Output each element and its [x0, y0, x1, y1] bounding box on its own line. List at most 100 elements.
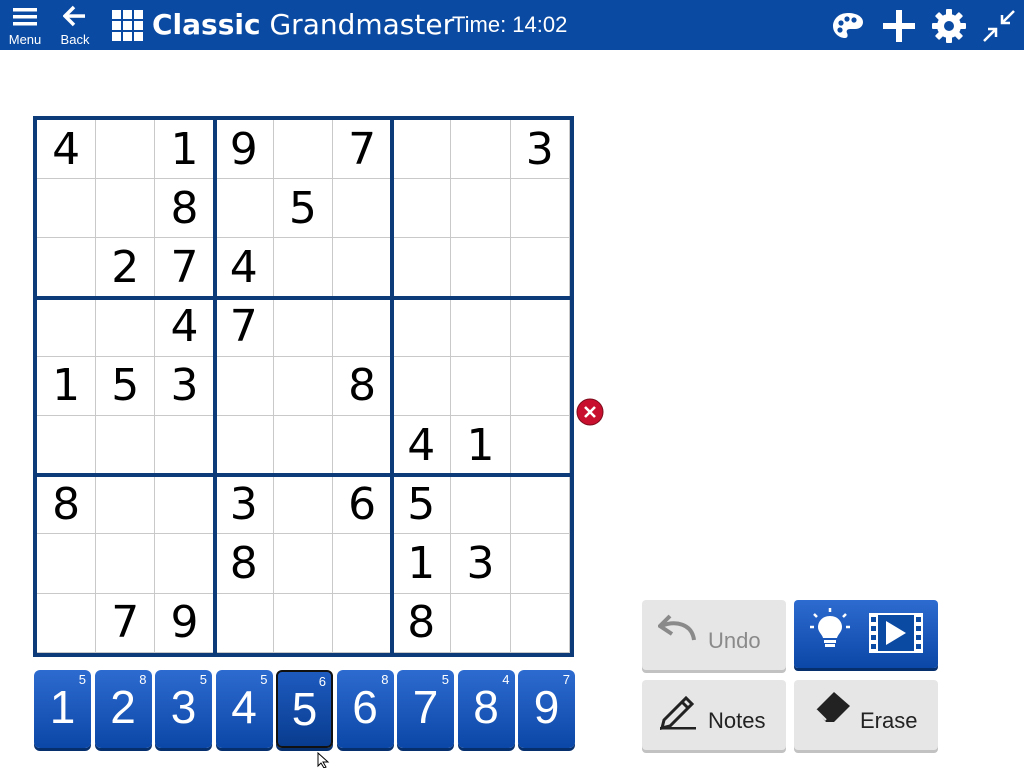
board-cell[interactable]	[273, 416, 333, 476]
board-cell[interactable]	[273, 238, 333, 298]
board-cell[interactable]: 8	[37, 475, 97, 535]
board-cell[interactable]	[214, 356, 274, 416]
board-cell[interactable]: 5	[392, 475, 452, 535]
board-cell[interactable]	[37, 179, 97, 239]
number-key[interactable]: 28	[94, 670, 152, 748]
board-cell[interactable]: 1	[451, 416, 511, 476]
board-cell[interactable]: 2	[96, 238, 156, 298]
board-cell[interactable]	[510, 356, 570, 416]
collapse-icon[interactable]	[981, 8, 1017, 44]
board-cell[interactable]: 1	[392, 534, 452, 594]
menu-button[interactable]: Menu	[1, 2, 49, 48]
board-cell[interactable]: 8	[333, 356, 393, 416]
board-cell[interactable]	[96, 179, 156, 239]
undo-button[interactable]: Undo	[642, 600, 786, 670]
board-cell[interactable]	[273, 356, 333, 416]
board-cell[interactable]	[96, 534, 156, 594]
board-cell[interactable]	[392, 297, 452, 357]
board-cell[interactable]	[37, 238, 97, 298]
board-cell[interactable]	[333, 534, 393, 594]
board-cell[interactable]	[510, 534, 570, 594]
board-cell[interactable]	[451, 593, 511, 653]
board-cell[interactable]	[96, 475, 156, 535]
board-cell[interactable]	[333, 593, 393, 653]
close-circle-icon[interactable]	[576, 398, 604, 426]
board-cell[interactable]	[333, 297, 393, 357]
board-cell[interactable]: 5	[273, 179, 333, 239]
board-cell[interactable]: 1	[37, 356, 97, 416]
board-cell[interactable]	[155, 416, 215, 476]
board-cell[interactable]: 7	[155, 238, 215, 298]
board-cell[interactable]	[392, 238, 452, 298]
number-key[interactable]: 56	[276, 670, 333, 748]
board-cell[interactable]: 5	[96, 356, 156, 416]
back-button[interactable]: Back	[51, 2, 99, 48]
board-cell[interactable]	[510, 179, 570, 239]
board-cell[interactable]: 8	[392, 593, 452, 653]
board-cell[interactable]	[37, 297, 97, 357]
board-cell[interactable]: 7	[333, 120, 393, 180]
plus-icon[interactable]	[881, 8, 917, 44]
board-cell[interactable]	[273, 593, 333, 653]
board-cell[interactable]	[273, 297, 333, 357]
hint-video-button[interactable]	[794, 600, 938, 668]
board-cell[interactable]: 9	[155, 593, 215, 653]
erase-button[interactable]: Erase	[794, 680, 938, 750]
board-cell[interactable]	[37, 416, 97, 476]
board-cell[interactable]: 3	[451, 534, 511, 594]
board-cell[interactable]	[214, 593, 274, 653]
number-key[interactable]: 97	[518, 670, 575, 748]
board-cell[interactable]	[214, 179, 274, 239]
board-cell[interactable]	[510, 593, 570, 653]
board-cell[interactable]	[510, 475, 570, 535]
board-cell[interactable]	[333, 179, 393, 239]
board-cell[interactable]	[451, 475, 511, 535]
board-cell[interactable]	[37, 593, 97, 653]
board-cell[interactable]	[333, 238, 393, 298]
board-cell[interactable]: 4	[155, 297, 215, 357]
board-cell[interactable]	[392, 179, 452, 239]
board-cell[interactable]	[155, 534, 215, 594]
board-cell[interactable]	[510, 238, 570, 298]
board-cell[interactable]	[273, 120, 333, 180]
number-key[interactable]: 84	[457, 670, 515, 748]
board-cell[interactable]	[96, 120, 156, 180]
board-cell[interactable]: 3	[510, 120, 570, 180]
board-cell[interactable]: 6	[333, 475, 393, 535]
board-cell[interactable]	[37, 534, 97, 594]
board-cell[interactable]	[273, 475, 333, 535]
number-key[interactable]: 45	[215, 670, 273, 748]
board-cell[interactable]	[392, 120, 452, 180]
palette-icon[interactable]	[830, 8, 866, 44]
board-cell[interactable]	[451, 238, 511, 298]
board-cell[interactable]	[273, 534, 333, 594]
gear-icon[interactable]	[931, 8, 967, 44]
board-cell[interactable]: 4	[214, 238, 274, 298]
number-key[interactable]: 75	[397, 670, 454, 748]
board-cell[interactable]	[510, 416, 570, 476]
board-cell[interactable]: 3	[214, 475, 274, 535]
board-cell[interactable]	[451, 120, 511, 180]
board-cell[interactable]	[451, 356, 511, 416]
number-key[interactable]: 15	[34, 670, 91, 748]
notes-button[interactable]: Notes	[642, 680, 786, 750]
board-cell[interactable]	[96, 416, 156, 476]
board-cell[interactable]: 8	[214, 534, 274, 594]
board-cell[interactable]	[451, 179, 511, 239]
board-cell[interactable]: 9	[214, 120, 274, 180]
board-cell[interactable]	[333, 416, 393, 476]
board-cell[interactable]	[155, 475, 215, 535]
board-cell[interactable]: 8	[155, 179, 215, 239]
board-cell[interactable]: 1	[155, 120, 215, 180]
board-cell[interactable]: 4	[37, 120, 97, 180]
number-key[interactable]: 68	[336, 670, 394, 748]
board-cell[interactable]	[392, 356, 452, 416]
board-cell[interactable]	[510, 297, 570, 357]
board-cell[interactable]: 4	[392, 416, 452, 476]
board-cell[interactable]	[214, 416, 274, 476]
board-cell[interactable]	[451, 297, 511, 357]
board-cell[interactable]: 3	[155, 356, 215, 416]
number-key[interactable]: 35	[155, 670, 212, 748]
board-cell[interactable]: 7	[96, 593, 156, 653]
board-cell[interactable]	[96, 297, 156, 357]
